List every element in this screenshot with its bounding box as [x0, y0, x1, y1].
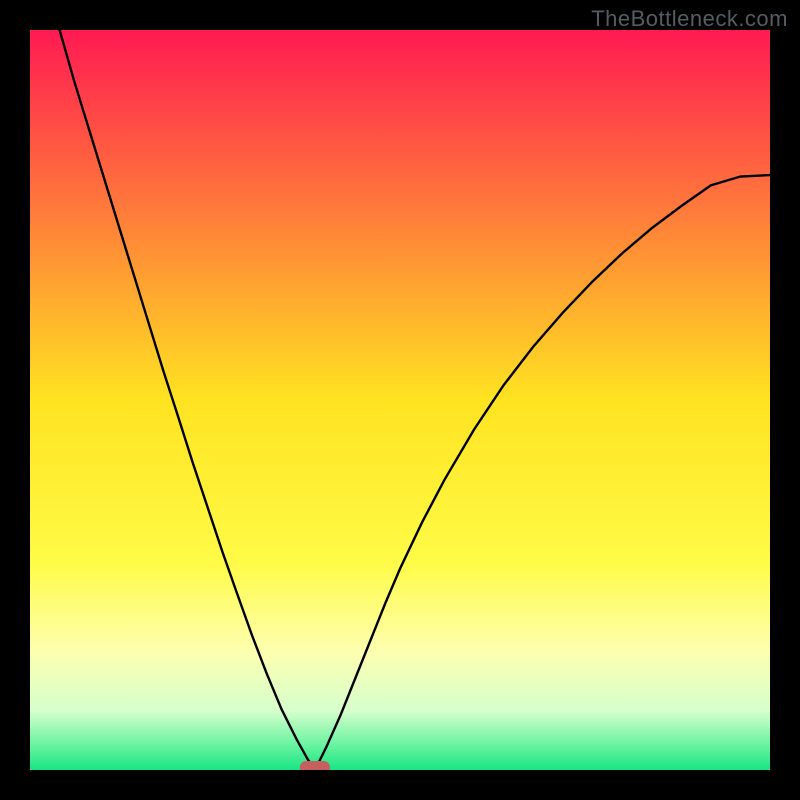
watermark-text: TheBottleneck.com — [591, 6, 788, 32]
minimum-marker — [300, 761, 330, 770]
chart-svg — [30, 30, 770, 770]
plot-area — [30, 30, 770, 770]
gradient-background — [30, 30, 770, 770]
chart-frame: TheBottleneck.com — [0, 0, 800, 800]
